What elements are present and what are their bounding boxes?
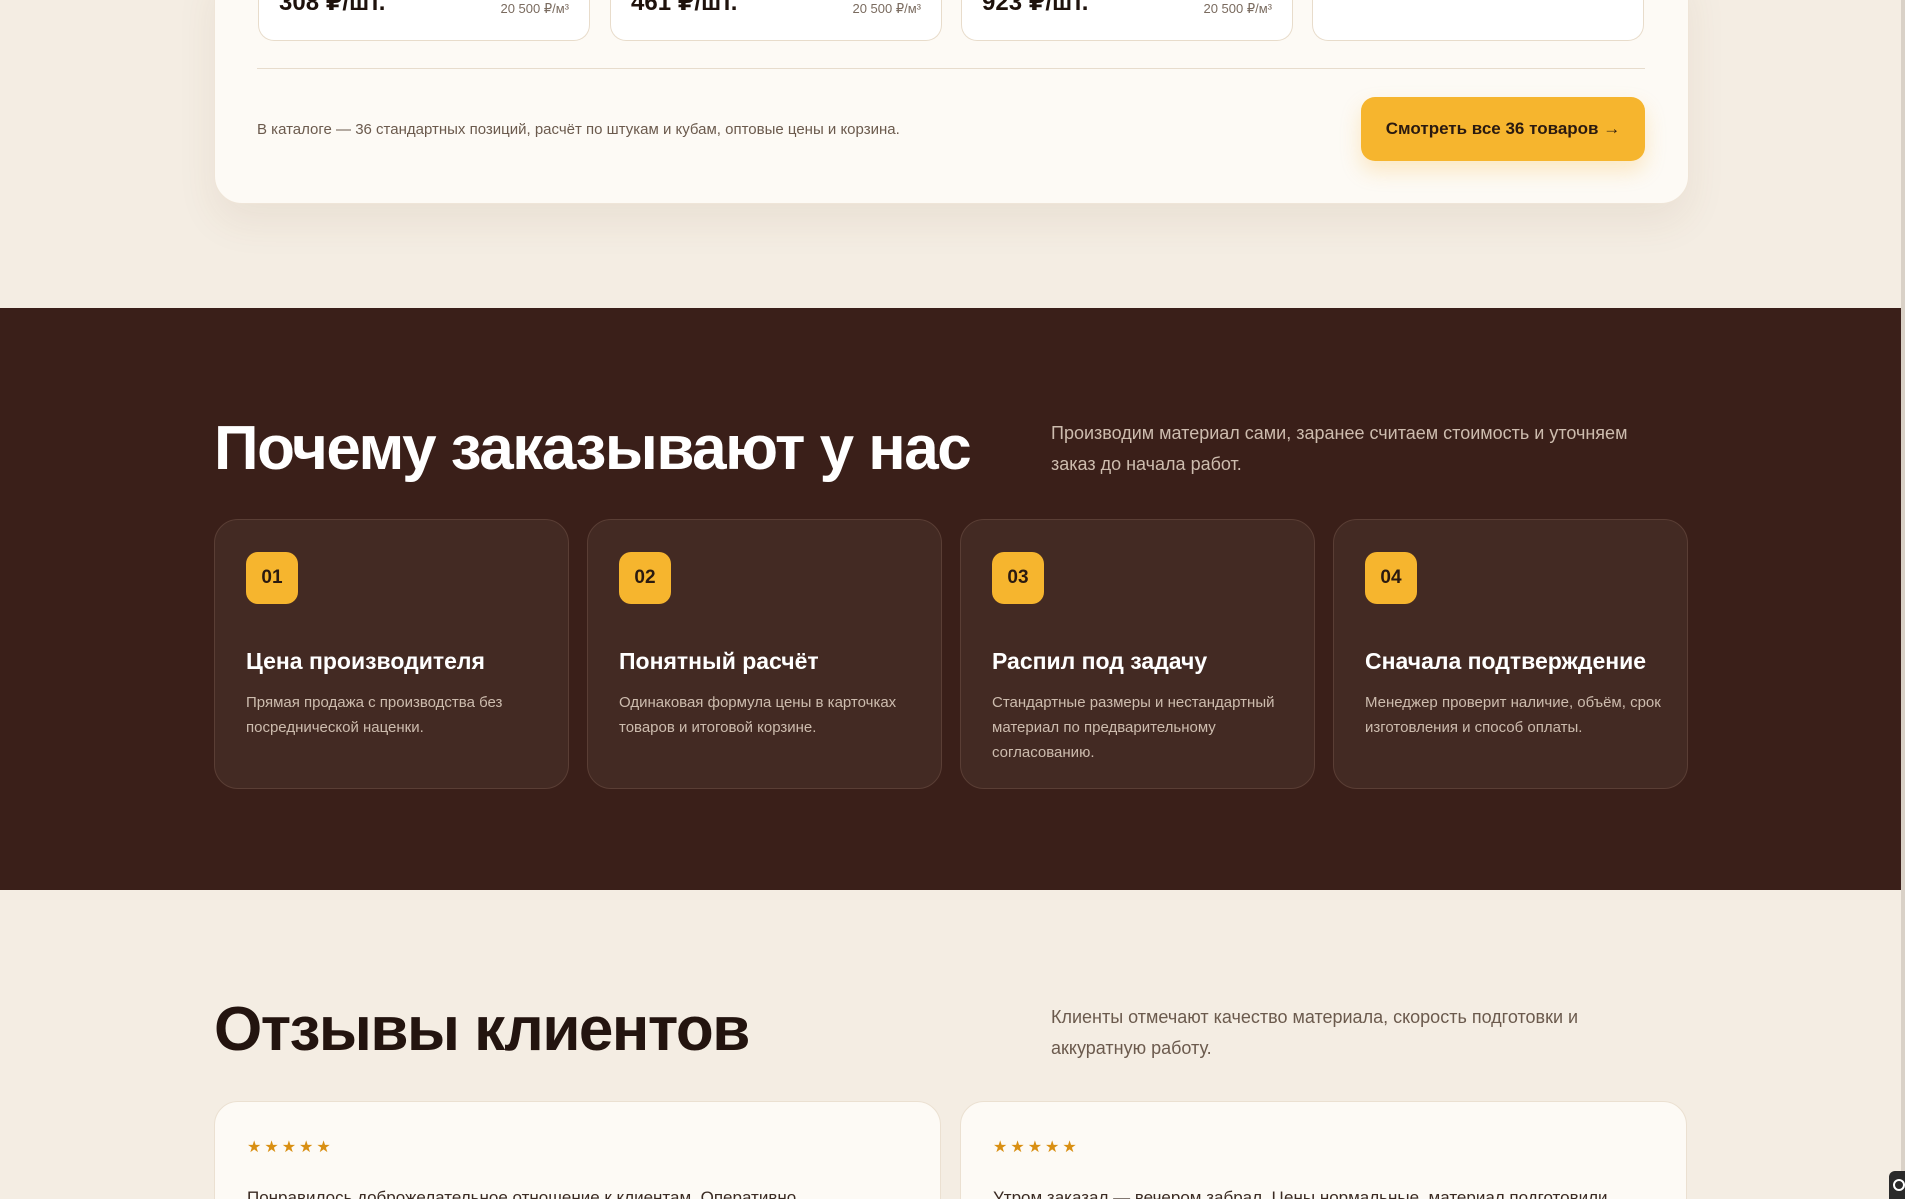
feature-number-badge: 04 (1365, 552, 1417, 604)
feature-card: 01 Цена производителя Прямая продажа с п… (214, 519, 569, 789)
rating-stars: ★★★★★ (993, 1139, 1080, 1156)
review-text: Понравилось доброжелательное отношение к… (247, 1188, 797, 1199)
product-card[interactable]: 923 ₽/шт. 20 500 ₽/м³ (961, 0, 1293, 41)
reviews-title: Отзывы клиентов (214, 995, 750, 1064)
catalog-divider (257, 68, 1645, 69)
reviews-section: Отзывы клиентов Клиенты отмечают качеств… (0, 890, 1905, 1199)
catalog-note: В каталоге — 36 стандартных позиций, рас… (257, 121, 900, 138)
product-price: 461 ₽/шт. (631, 0, 738, 16)
feature-title: Распил под задачу (992, 648, 1208, 674)
review-card: ★★★★★ Понравилось доброжелательное отнош… (214, 1101, 941, 1199)
review-card: ★★★★★ Утром заказал — вечером забрал. Це… (960, 1101, 1687, 1199)
feature-text: Стандартные размеры и нестандартный мате… (992, 694, 1275, 761)
why-us-title: Почему заказывают у нас (214, 414, 972, 483)
review-text: Утром заказал — вечером забрал. Цены нор… (993, 1188, 1608, 1199)
rating-stars: ★★★★★ (247, 1139, 334, 1156)
product-price: 923 ₽/шт. (982, 0, 1089, 16)
product-price-per-m3: 20 500 ₽/м³ (1203, 1, 1272, 16)
feature-card: 02 Понятный расчёт Одинаковая формула це… (587, 519, 942, 789)
feature-card: 03 Распил под задачу Стандартные размеры… (960, 519, 1315, 789)
product-card[interactable]: 461 ₽/шт. 20 500 ₽/м³ (610, 0, 942, 41)
catalog-section: 308 ₽/шт. 20 500 ₽/м³ 461 ₽/шт. 20 500 ₽… (0, 0, 1905, 308)
feature-title: Сначала подтверждение (1365, 648, 1647, 674)
feature-number-badge: 03 (992, 552, 1044, 604)
product-card[interactable]: 308 ₽/шт. 20 500 ₽/м³ (258, 0, 590, 41)
product-price-per-m3: 20 500 ₽/м³ (852, 1, 921, 16)
accessibility-icon[interactable] (1889, 1171, 1905, 1199)
view-all-products-button[interactable]: Смотреть все 36 товаров → (1361, 97, 1645, 161)
feature-text: Прямая продажа с производства без посред… (246, 694, 503, 736)
product-price: 308 ₽/шт. (279, 0, 386, 16)
scrollbar[interactable] (1901, 0, 1905, 1199)
reviews-subtitle: Клиенты отмечают качество материала, ско… (1051, 1007, 1579, 1058)
product-card[interactable] (1312, 0, 1644, 41)
feature-title: Цена производителя (246, 648, 485, 674)
feature-number-badge: 01 (246, 552, 298, 604)
feature-text: Одинаковая формула цены в карточках това… (619, 694, 897, 736)
why-us-subtitle: Производим материал сами, заранее считае… (1051, 423, 1628, 474)
why-us-section: Почему заказывают у нас Производим матер… (0, 308, 1905, 890)
feature-number-badge: 02 (619, 552, 671, 604)
feature-card: 04 Сначала подтверждение Менеджер провер… (1333, 519, 1688, 789)
feature-title: Понятный расчёт (619, 648, 819, 674)
feature-text: Менеджер проверит наличие, объём, срок и… (1365, 694, 1661, 736)
product-price-per-m3: 20 500 ₽/м³ (500, 1, 569, 16)
